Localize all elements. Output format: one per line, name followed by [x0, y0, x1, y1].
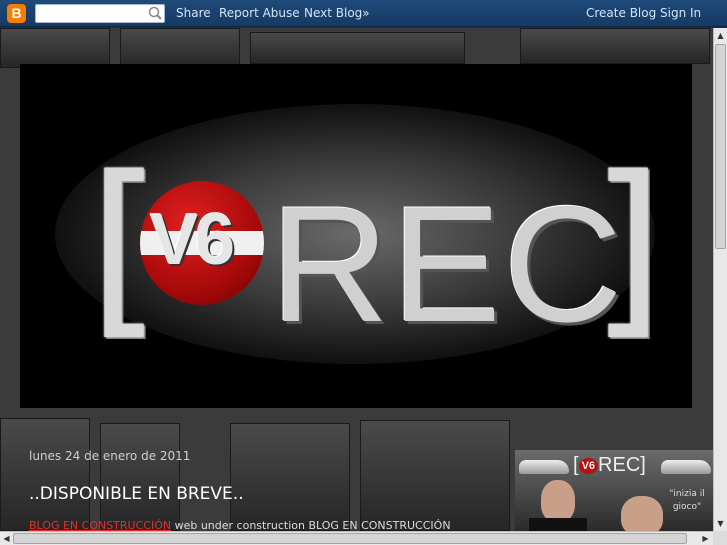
background-tile: [520, 28, 710, 64]
background-tile: [360, 420, 510, 531]
sign-in-link[interactable]: Sign In: [660, 6, 701, 20]
post-date: lunes 24 de enero de 2011: [29, 449, 191, 463]
vertical-scrollbar[interactable]: ▲ ▼: [713, 28, 727, 531]
banner-bracket-close: ]: [590, 136, 665, 357]
blog-header-banner[interactable]: [ V6 REC ]: [20, 64, 692, 408]
car-image: [519, 460, 569, 474]
banner-wordmark: REC: [270, 172, 625, 356]
background-tile: [250, 32, 465, 64]
scroll-left-icon[interactable]: ◀: [0, 532, 13, 545]
scroll-right-icon[interactable]: ▶: [699, 532, 712, 545]
thumb-quote: "inizia il gioco": [669, 489, 705, 512]
person-face-image: [541, 480, 575, 522]
thumb-badge: V6: [578, 457, 599, 474]
horizontal-scroll-thumb[interactable]: [13, 533, 687, 544]
banner-badge-text: V6: [150, 200, 235, 280]
share-link[interactable]: Share: [176, 6, 211, 20]
scrollbar-corner: [713, 531, 727, 545]
post-title[interactable]: ..DISPONIBLE EN BREVE..: [29, 484, 244, 504]
create-blog-link[interactable]: Create Blog: [586, 6, 656, 20]
next-blog-link[interactable]: Next Blog»: [304, 6, 370, 20]
background-tile: [0, 418, 90, 531]
thumb-wordmark: REC: [598, 454, 641, 476]
background-tile: [120, 28, 240, 68]
blogger-navbar: B Share Report Abuse Next Blog» Create B…: [0, 0, 727, 27]
background-tile: [230, 423, 350, 531]
scroll-down-icon[interactable]: ▼: [714, 517, 727, 530]
person-shirt-image: [529, 518, 587, 531]
search-icon[interactable]: [146, 5, 164, 22]
blogger-logo-icon[interactable]: B: [7, 4, 26, 23]
scroll-up-icon[interactable]: ▲: [714, 29, 727, 42]
report-abuse-link[interactable]: Report Abuse: [219, 6, 300, 20]
vertical-scroll-thumb[interactable]: [715, 44, 726, 249]
background-tile: [0, 28, 110, 68]
horizontal-scrollbar[interactable]: ◀ ▶: [0, 531, 713, 545]
sidebar-promo-image[interactable]: [V6 REC] "inizia il gioco": [515, 450, 713, 531]
car-image: [661, 460, 711, 474]
person-face-image: [621, 496, 663, 531]
background-tile: [100, 423, 180, 531]
thumb-logo: [V6 REC]: [573, 454, 646, 476]
